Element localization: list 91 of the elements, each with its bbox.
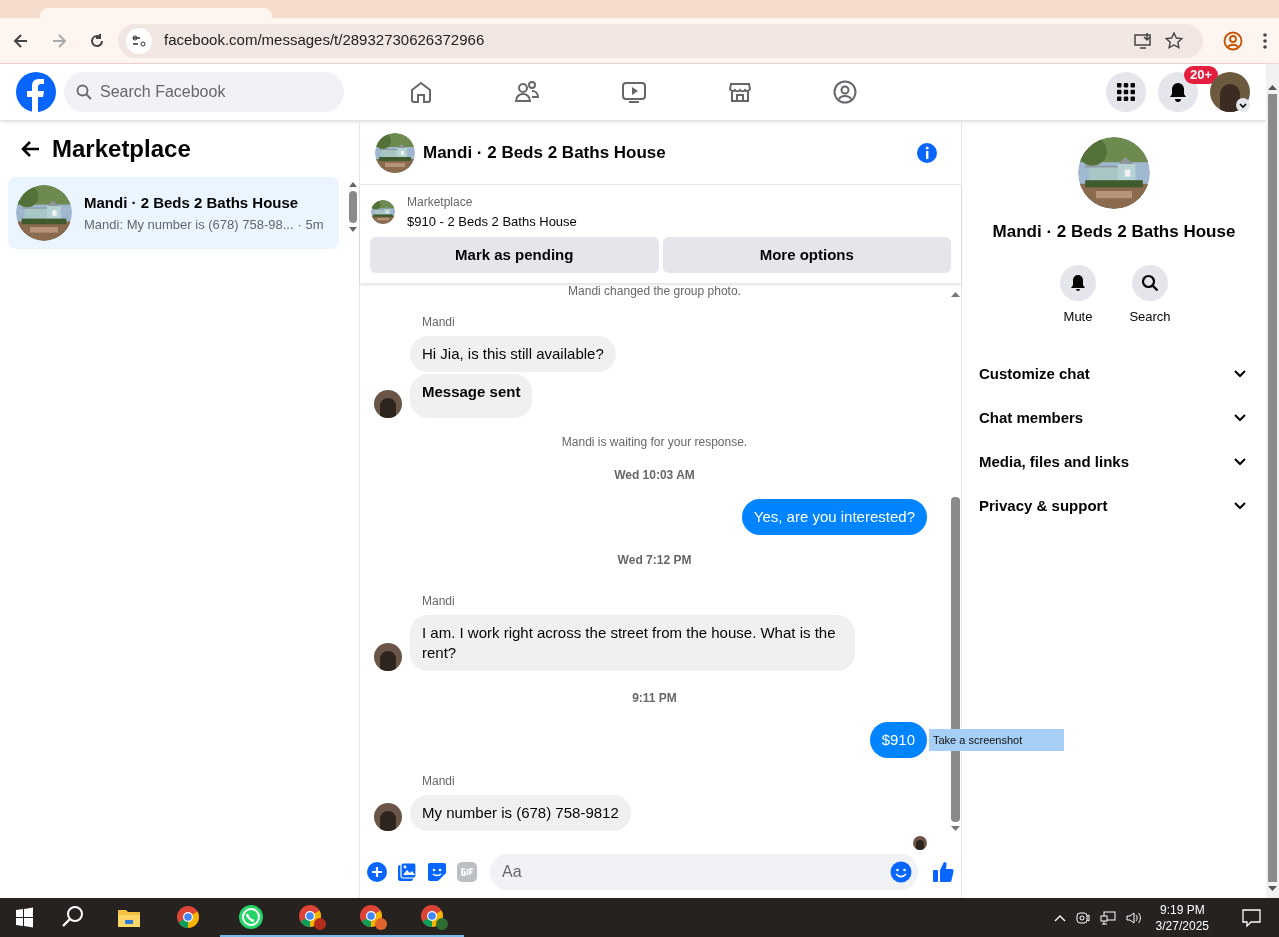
chevron-icon[interactable] bbox=[1236, 98, 1250, 112]
clock[interactable]: 9:19 PM 3/27/2025 bbox=[1151, 901, 1213, 934]
chrome-icon[interactable] bbox=[358, 903, 387, 930]
scroll-down-icon[interactable] bbox=[349, 227, 357, 233]
sender-name: Mandi bbox=[422, 315, 455, 329]
friends-icon[interactable] bbox=[513, 80, 540, 104]
scrollbar-thumb[interactable] bbox=[1268, 94, 1277, 882]
section-label: Chat members bbox=[979, 407, 1084, 428]
chrome-icon[interactable] bbox=[419, 903, 448, 930]
network-icon[interactable] bbox=[1099, 910, 1116, 925]
info-icon[interactable] bbox=[916, 141, 938, 164]
chrome-icon[interactable] bbox=[297, 903, 326, 930]
plus-icon[interactable] bbox=[367, 862, 387, 882]
conversation-preview: Mandi: My number is (678) 758-98... bbox=[84, 215, 294, 234]
notification-badge: 20+ bbox=[1184, 66, 1219, 84]
search-icon bbox=[1141, 273, 1159, 292]
message-bubble: I am. I work right across the street from the house. What is the rent? bbox=[410, 615, 855, 671]
facebook-logo[interactable] bbox=[16, 72, 56, 112]
listing-title: $910 - 2 Beds 2 Baths House bbox=[407, 213, 577, 231]
avatar bbox=[374, 390, 402, 418]
action-label: Search bbox=[1129, 307, 1171, 326]
section-label: Privacy & support bbox=[979, 495, 1108, 516]
avatar bbox=[374, 803, 402, 831]
search-field[interactable]: Search Facebook bbox=[100, 72, 332, 112]
thumbs-up-icon[interactable] bbox=[932, 861, 954, 883]
bell-icon bbox=[1070, 273, 1086, 292]
back-icon[interactable] bbox=[12, 31, 30, 50]
tooltip: Take a screenshot bbox=[929, 729, 1064, 751]
grid-icon bbox=[1117, 83, 1135, 101]
timestamp: Wed 7:12 PM bbox=[617, 552, 692, 568]
video-icon[interactable] bbox=[620, 80, 647, 104]
message-bubble: Message sent bbox=[410, 374, 533, 418]
gallery-icon[interactable] bbox=[397, 862, 417, 882]
site-settings-icon[interactable] bbox=[126, 27, 152, 54]
message-bubble: My number is (678) 758-9812 bbox=[410, 795, 631, 831]
scrollbar-thumb[interactable] bbox=[349, 191, 357, 223]
sender-name: Mandi bbox=[422, 594, 455, 608]
scroll-up-icon[interactable] bbox=[349, 181, 357, 187]
section-row[interactable]: Privacy & support bbox=[962, 484, 1266, 528]
camera-icon[interactable] bbox=[1075, 910, 1090, 925]
back-arrow-icon[interactable] bbox=[20, 140, 40, 158]
conversation-time: · 5m bbox=[297, 215, 324, 234]
seen-avatar bbox=[913, 836, 927, 850]
system-message: Mandi changed the group photo. bbox=[568, 283, 741, 299]
menu-button[interactable] bbox=[1106, 72, 1146, 112]
scroll-up-icon[interactable] bbox=[1268, 84, 1277, 90]
message-bubble: Yes, are you interested? bbox=[741, 499, 927, 535]
action-label: Mute bbox=[1063, 307, 1093, 326]
mute-button[interactable] bbox=[1060, 264, 1096, 301]
system-message: Mandi is waiting for your response. bbox=[561, 434, 748, 450]
reload-icon[interactable] bbox=[88, 31, 106, 50]
search-button[interactable] bbox=[1132, 264, 1168, 301]
whatsapp-icon[interactable] bbox=[237, 903, 264, 930]
sender-name: Mandi bbox=[422, 774, 455, 788]
chevron-up-icon[interactable] bbox=[1053, 913, 1066, 922]
groups-icon[interactable] bbox=[833, 80, 858, 104]
chat-title: Mandi · 2 Beds 2 Baths House bbox=[423, 141, 667, 164]
profile-icon[interactable] bbox=[1223, 30, 1243, 51]
timestamp: 9:11 PM bbox=[632, 690, 677, 706]
section-row[interactable]: Chat members bbox=[962, 396, 1266, 440]
conversation-item[interactable]: Mandi · 2 Beds 2 Baths House Mandi: My number is (678) 758-98... · 5m bbox=[8, 177, 339, 249]
listing-button[interactable]: More options bbox=[662, 237, 951, 273]
sidebar-title: Marketplace bbox=[52, 134, 191, 164]
section-row[interactable]: Customize chat bbox=[962, 352, 1266, 396]
section-label: Customize chat bbox=[979, 363, 1090, 384]
address-bar[interactable]: facebook.com/messages/t/28932730626372966 bbox=[118, 23, 1203, 58]
star-icon[interactable] bbox=[1165, 31, 1183, 50]
conversation-title: Mandi · 2 Beds 2 Baths House bbox=[84, 193, 300, 213]
section-label: Media, files and links bbox=[979, 451, 1130, 472]
scroll-down-icon[interactable] bbox=[950, 826, 960, 832]
bell-icon bbox=[1168, 82, 1188, 102]
home-icon[interactable] bbox=[408, 80, 433, 104]
install-icon[interactable] bbox=[1133, 31, 1153, 50]
section-row[interactable]: Media, files and links bbox=[962, 440, 1266, 484]
url-text: facebook.com/messages/t/28932730626372966 bbox=[164, 30, 486, 51]
menu-icon[interactable] bbox=[1263, 32, 1267, 49]
avatar bbox=[374, 643, 402, 671]
store-icon[interactable] bbox=[728, 80, 753, 104]
scroll-down-icon[interactable] bbox=[1268, 886, 1277, 892]
message-bubble: Hi Jia, is this still available? bbox=[410, 336, 616, 372]
volume-icon[interactable] bbox=[1125, 910, 1142, 925]
listing-label: Marketplace bbox=[407, 194, 474, 211]
emoji-icon[interactable] bbox=[890, 861, 912, 883]
scroll-up-icon[interactable] bbox=[950, 291, 960, 297]
message-bubble: $910 bbox=[869, 722, 927, 758]
listing-button[interactable]: Mark as pending bbox=[370, 237, 659, 273]
search-icon bbox=[76, 84, 92, 100]
sticker-icon[interactable] bbox=[427, 862, 447, 882]
profile-name: Mandi · 2 Beds 2 Baths House bbox=[992, 221, 1236, 243]
search-bar[interactable]: Search Facebook bbox=[64, 72, 344, 112]
timestamp: Wed 10:03 AM bbox=[614, 467, 695, 483]
